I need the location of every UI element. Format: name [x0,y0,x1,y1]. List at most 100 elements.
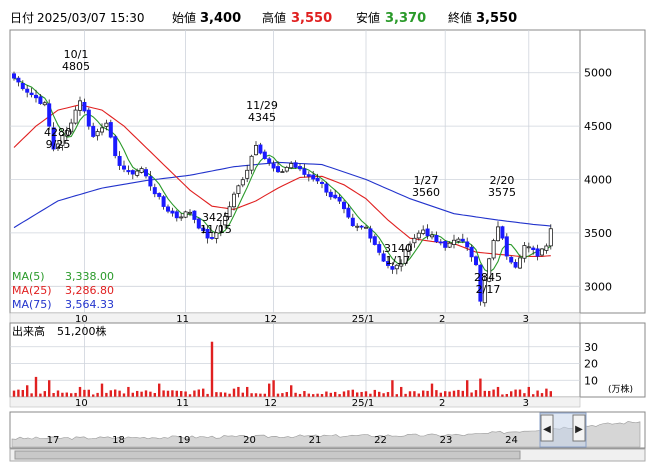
candle-body [297,166,302,170]
navigator-year-label: 22 [374,435,387,446]
candle-body [491,240,496,259]
annotation-11-29: 11/294345 [246,99,278,124]
volume-bar [83,389,86,397]
header-bar: 日付 2025/03/07 15:30 始値 3,400 高値 3,550 安値… [10,10,517,26]
volume-bar [452,390,456,397]
volume-bar [197,389,200,397]
month-label: 2 [439,398,445,409]
candle-body [341,201,346,210]
volume-bar [228,393,231,397]
candle-body [443,241,448,248]
volume-bar [281,393,284,397]
month-strip-top-bg [9,312,581,324]
ma5-legend-value: 3,338.00 [65,270,114,283]
candle-body [289,163,294,169]
candle-body [73,109,78,124]
candle-body [262,151,267,160]
volume-bar [21,389,24,397]
navigator-year-label: 19 [178,435,191,446]
price-tick-label: 3000 [584,280,612,293]
volume-bar [470,392,473,397]
volume-bar [523,393,526,397]
candle-body [86,109,91,127]
volume-bar [285,392,288,397]
volume-bar [202,388,205,397]
candle-body [363,226,368,229]
ma25-legend-label: MA(25) [12,284,52,297]
navigator-right-handle[interactable]: ▶ [572,414,586,442]
annotation-1-27: 1/273560 [412,174,440,199]
volume-bar [549,391,552,397]
navigator-year-label: 20 [243,435,256,446]
candle [500,225,505,241]
volume-bar [430,383,434,397]
candle-body [522,245,527,259]
candle-body [438,241,443,244]
volume-bar [364,391,368,397]
candle-body [157,193,162,197]
volume-bar [347,390,350,397]
candle-body [183,211,188,218]
open-value: 3,400 [200,11,241,26]
volume-bar [329,392,332,397]
scrollbar-thumb[interactable] [14,450,521,460]
candle-body [104,122,109,127]
volume-bar [162,390,165,397]
candle-body [16,77,21,83]
volume-bar [483,390,486,397]
candle-body [456,238,461,242]
price-tick-label: 4000 [584,174,612,187]
volume-bar [96,392,99,397]
candle-body [425,228,430,237]
volume-bar [532,394,535,397]
candle-body [267,158,272,163]
candle-body [117,155,122,166]
volume-bar [391,380,394,397]
candle-body [122,165,127,170]
price-tick-label: 3500 [584,227,612,240]
volume-bar [149,391,152,397]
annotation-date: 9/25 [46,138,71,151]
candle-body [465,241,470,248]
volume-bar [17,389,20,397]
candle-body [355,225,360,228]
candle-body [460,238,465,242]
volume-bar [100,383,104,397]
candle-body [174,211,179,219]
candle-body [350,217,355,227]
volume-bar [153,393,156,397]
candle-body [324,183,329,193]
candle-body [531,247,536,250]
annotation-value: 4345 [248,111,276,124]
volume-bar [479,378,482,397]
volume-bar [527,386,530,397]
month-axis-bottom: 10 11 12 25/1 2 3 [9,396,581,409]
volume-bar [105,392,108,397]
candle-body [231,193,236,208]
candle-body [258,144,263,154]
candle [491,238,496,261]
annotation-date: 11/15 [200,223,232,236]
volume-bar [74,392,77,397]
volume-bar [87,389,90,397]
volume-bar [461,390,464,397]
stock-chart-widget: 日付 2025/03/07 15:30 始値 3,400 高値 3,550 安値… [0,0,653,470]
candle [540,248,545,257]
candle-body [473,256,478,266]
candle-body [192,210,197,220]
volume-bar [518,389,522,397]
volume-bar [122,393,126,397]
volume-bar [514,389,517,397]
candle-body [82,102,87,112]
candle-body [284,166,289,172]
low-label: 安値 [356,10,380,25]
candle-body [495,226,500,242]
candle-body [328,191,333,198]
candle-body [209,237,214,239]
volume-bar [373,389,376,397]
candle-body [161,196,166,207]
candle-body [29,92,34,96]
candle-body [429,234,434,238]
navigator-left-handle[interactable]: ◀ [540,414,554,442]
month-label: 3 [523,398,529,409]
